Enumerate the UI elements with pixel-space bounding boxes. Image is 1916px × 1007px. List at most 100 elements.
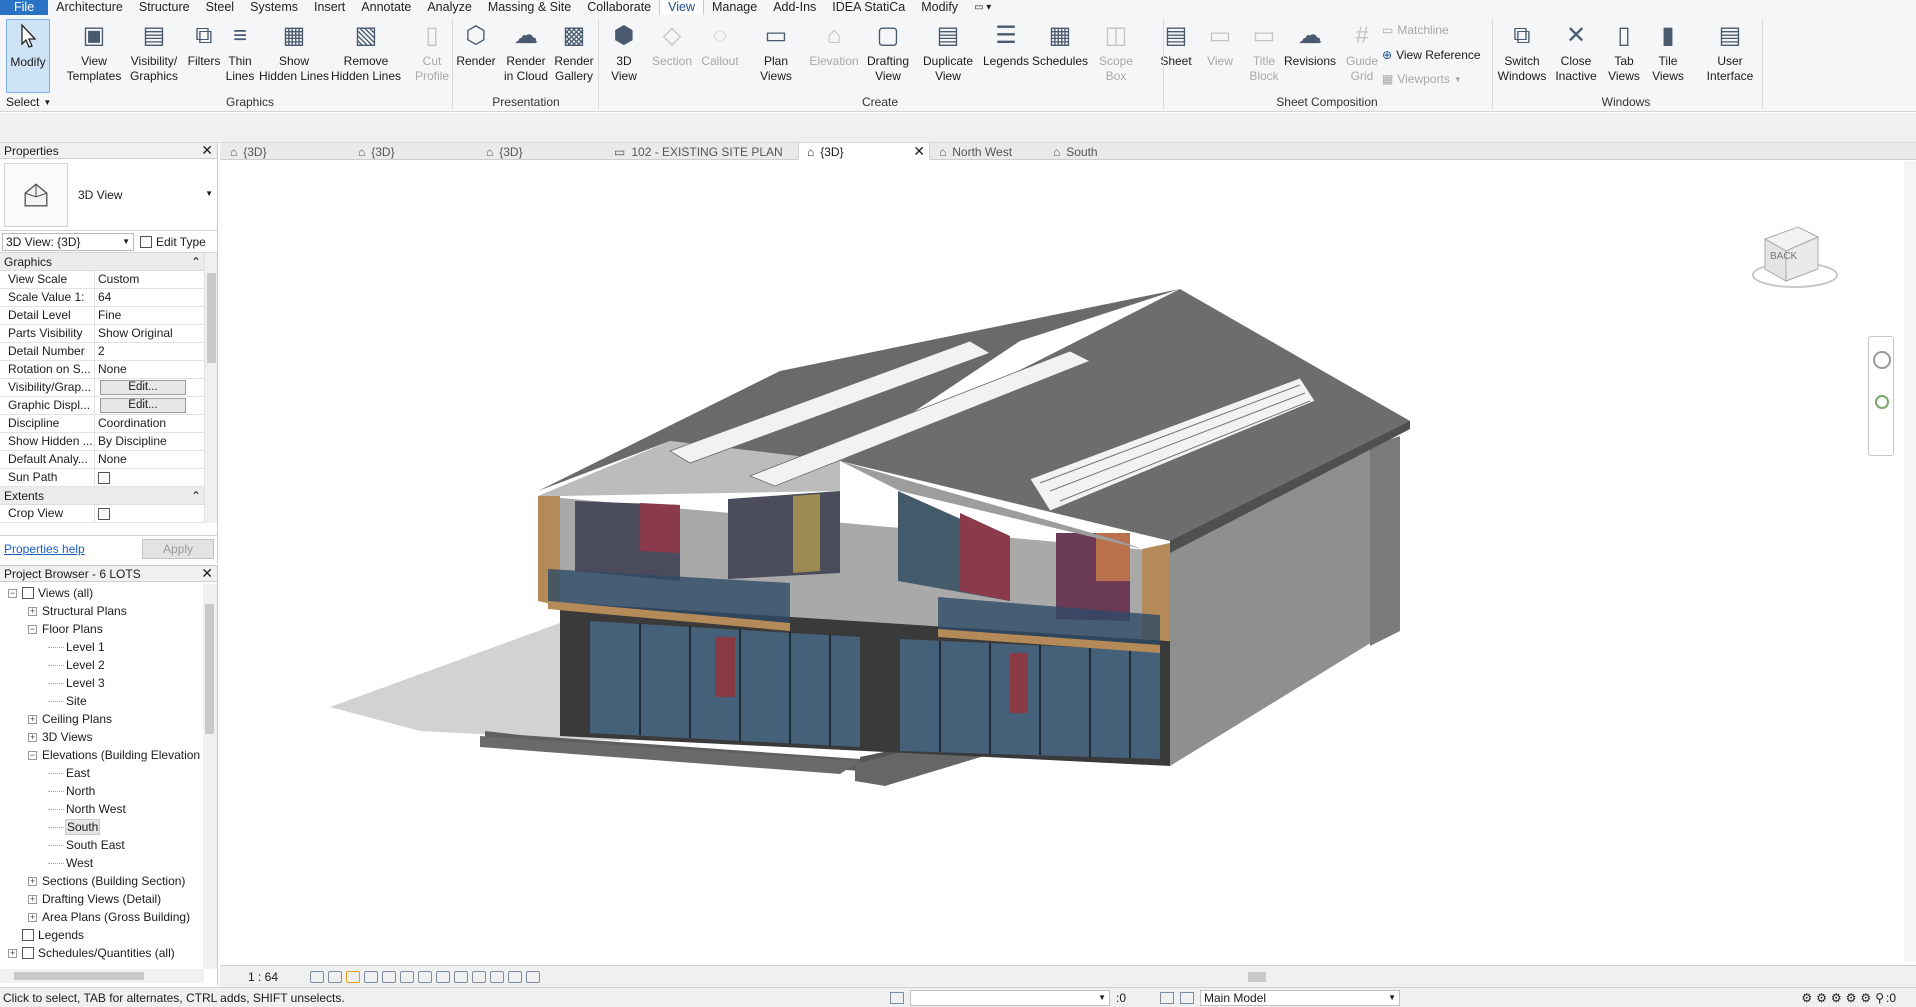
crop-view-icon[interactable]: [400, 970, 414, 983]
view-scale[interactable]: 1 : 64: [248, 970, 308, 984]
legends-button[interactable]: ☰ Legends: [980, 19, 1032, 93]
property-row[interactable]: Scale Value 1: 64: [0, 289, 217, 307]
property-row[interactable]: Crop View: [0, 505, 217, 523]
viewcube[interactable]: BACK: [1750, 217, 1840, 297]
property-row[interactable]: Sun Path: [0, 469, 217, 487]
elevation-button[interactable]: ⌂ Elevation: [808, 19, 860, 93]
navigation-bar[interactable]: [1868, 336, 1894, 456]
menu-analyze[interactable]: Analyze: [419, 0, 479, 15]
menu-view[interactable]: View: [659, 0, 704, 15]
tree-item[interactable]: + Drafting Views (Detail): [0, 890, 204, 908]
sun-path-checkbox[interactable]: [98, 472, 110, 484]
tree-item[interactable]: East: [0, 764, 204, 782]
visual-style-icon[interactable]: [328, 970, 342, 983]
filter-icon[interactable]: ⚲: [1875, 991, 1884, 1005]
close-icon[interactable]: ✕: [201, 142, 213, 159]
tab-3d[interactable]: ⌂ {3D}: [222, 143, 348, 160]
collapse-icon[interactable]: −: [28, 624, 37, 634]
property-row[interactable]: Show Hidden ... By Discipline: [0, 433, 217, 451]
select-links-icon[interactable]: ⚙: [1801, 991, 1812, 1005]
user-interface-button[interactable]: ▤ User Interface: [1704, 19, 1756, 93]
tree-item[interactable]: − Views (all): [0, 584, 204, 602]
properties-help-link[interactable]: Properties help: [4, 542, 85, 556]
close-inactive-button[interactable]: ✕ Close Inactive: [1550, 19, 1602, 93]
menu-modify[interactable]: Modify: [913, 0, 966, 15]
tab-north-west[interactable]: ⌂ North West: [931, 143, 1043, 160]
select-by-face-icon[interactable]: ⚙: [1846, 991, 1857, 1005]
browser-hscrollbar[interactable]: [0, 969, 204, 983]
type-selector[interactable]: 3D View ▼: [0, 159, 217, 231]
tile-views-button[interactable]: ▮ Tile Views: [1642, 19, 1694, 93]
menu-structure[interactable]: Structure: [131, 0, 198, 15]
menu-collaborate[interactable]: Collaborate: [579, 0, 659, 15]
tree-item[interactable]: West: [0, 854, 204, 872]
tab-102-existing-site-plan[interactable]: ▭ 102 - EXISTING SITE PLAN: [606, 143, 796, 160]
select-pinned-icon[interactable]: ⚙: [1831, 991, 1842, 1005]
tree-item[interactable]: +3D Views: [0, 728, 204, 746]
menu-systems[interactable]: Systems: [242, 0, 306, 15]
render-icon[interactable]: [382, 970, 396, 983]
menu-idea-statica[interactable]: IDEA StatiCa: [824, 0, 913, 15]
sun-path-icon[interactable]: [346, 970, 360, 983]
detail-level-icon[interactable]: [310, 970, 324, 983]
category-extents[interactable]: Extents ⌃: [0, 487, 205, 505]
callout-button[interactable]: ◌ Callout: [694, 19, 746, 93]
remove-hidden-lines-button[interactable]: ▧ Remove Hidden Lines: [331, 19, 401, 93]
scope-box-button[interactable]: ◫ Scope Box: [1090, 19, 1142, 93]
edit-button[interactable]: Edit...: [100, 380, 186, 395]
shadows-icon[interactable]: [364, 970, 378, 983]
reveal-hidden-icon[interactable]: [472, 970, 486, 983]
expand-icon[interactable]: +: [28, 714, 37, 724]
expand-icon[interactable]: +: [28, 732, 37, 742]
building-model[interactable]: [220, 161, 1904, 969]
tree-item[interactable]: − Floor Plans: [0, 620, 204, 638]
tab-south[interactable]: ⌂ South: [1045, 143, 1145, 160]
menu-annotate[interactable]: Annotate: [353, 0, 419, 15]
editing-requests-icon[interactable]: [1180, 991, 1194, 1004]
workset-icon[interactable]: [890, 991, 904, 1004]
render-in-cloud-button[interactable]: ☁ Render in Cloud: [500, 19, 552, 93]
collapse-icon[interactable]: −: [8, 588, 17, 598]
visibility-graphics-button[interactable]: ▤ Visibility/Graphics: [128, 19, 180, 93]
tree-item[interactable]: + Area Plans (Gross Building): [0, 908, 204, 926]
tree-item[interactable]: Level 3: [0, 674, 204, 692]
select-underlay-icon[interactable]: ⚙: [1816, 991, 1827, 1005]
tree-item[interactable]: South: [0, 818, 204, 836]
worksharing-icon[interactable]: [490, 970, 504, 983]
section-button[interactable]: ◇ Section: [646, 19, 698, 93]
property-row[interactable]: Visibility/Grap... Edit...: [0, 379, 217, 397]
analytical-icon[interactable]: [526, 970, 540, 983]
edit-type-button[interactable]: Edit Type: [140, 235, 206, 249]
matchline-button[interactable]: ▭ Matchline: [1382, 23, 1449, 37]
expand-icon[interactable]: +: [28, 606, 37, 616]
view-hscrollbar[interactable]: [610, 970, 1900, 984]
tree-item[interactable]: + Schedules/Quantities (all): [0, 944, 204, 962]
tab-3d[interactable]: ⌂ {3D}: [478, 143, 604, 160]
drafting-view-button[interactable]: ▢ Drafting View: [862, 19, 914, 93]
expand-icon[interactable]: +: [8, 948, 17, 958]
tree-item[interactable]: − Elevations (Building Elevation: [0, 746, 204, 764]
tab-3d[interactable]: ⌂ {3D} ✕: [798, 143, 930, 160]
edit-button[interactable]: Edit...: [100, 398, 186, 413]
property-row[interactable]: Graphic Displ... Edit...: [0, 397, 217, 415]
properties-scrollbar[interactable]: [204, 253, 217, 523]
menu-file[interactable]: File: [0, 0, 49, 15]
menu-manage[interactable]: Manage: [704, 0, 765, 15]
show-crop-icon[interactable]: [418, 970, 432, 983]
view-reference-button[interactable]: ⊕ View Reference: [1382, 48, 1481, 62]
tree-item[interactable]: + Ceiling Plans: [0, 710, 204, 728]
expand-icon[interactable]: +: [28, 894, 37, 904]
view-templates-button[interactable]: ▣ View Templates: [67, 19, 122, 93]
menu-steel[interactable]: Steel: [198, 0, 243, 15]
tree-item[interactable]: + Structural Plans: [0, 602, 204, 620]
property-row[interactable]: Rotation on S... None: [0, 361, 217, 379]
title-block-button[interactable]: ▭ Title Block: [1238, 19, 1290, 93]
tree-item[interactable]: North West: [0, 800, 204, 818]
property-row[interactable]: Parts Visibility Show Original: [0, 325, 217, 343]
property-row[interactable]: View Scale Custom: [0, 271, 217, 289]
menu-insert[interactable]: Insert: [306, 0, 353, 15]
expand-icon[interactable]: +: [28, 876, 37, 886]
workset-selector[interactable]: ▼: [910, 989, 1110, 1006]
property-row[interactable]: Detail Number 2: [0, 343, 217, 361]
modify-button[interactable]: Modify: [6, 19, 50, 93]
